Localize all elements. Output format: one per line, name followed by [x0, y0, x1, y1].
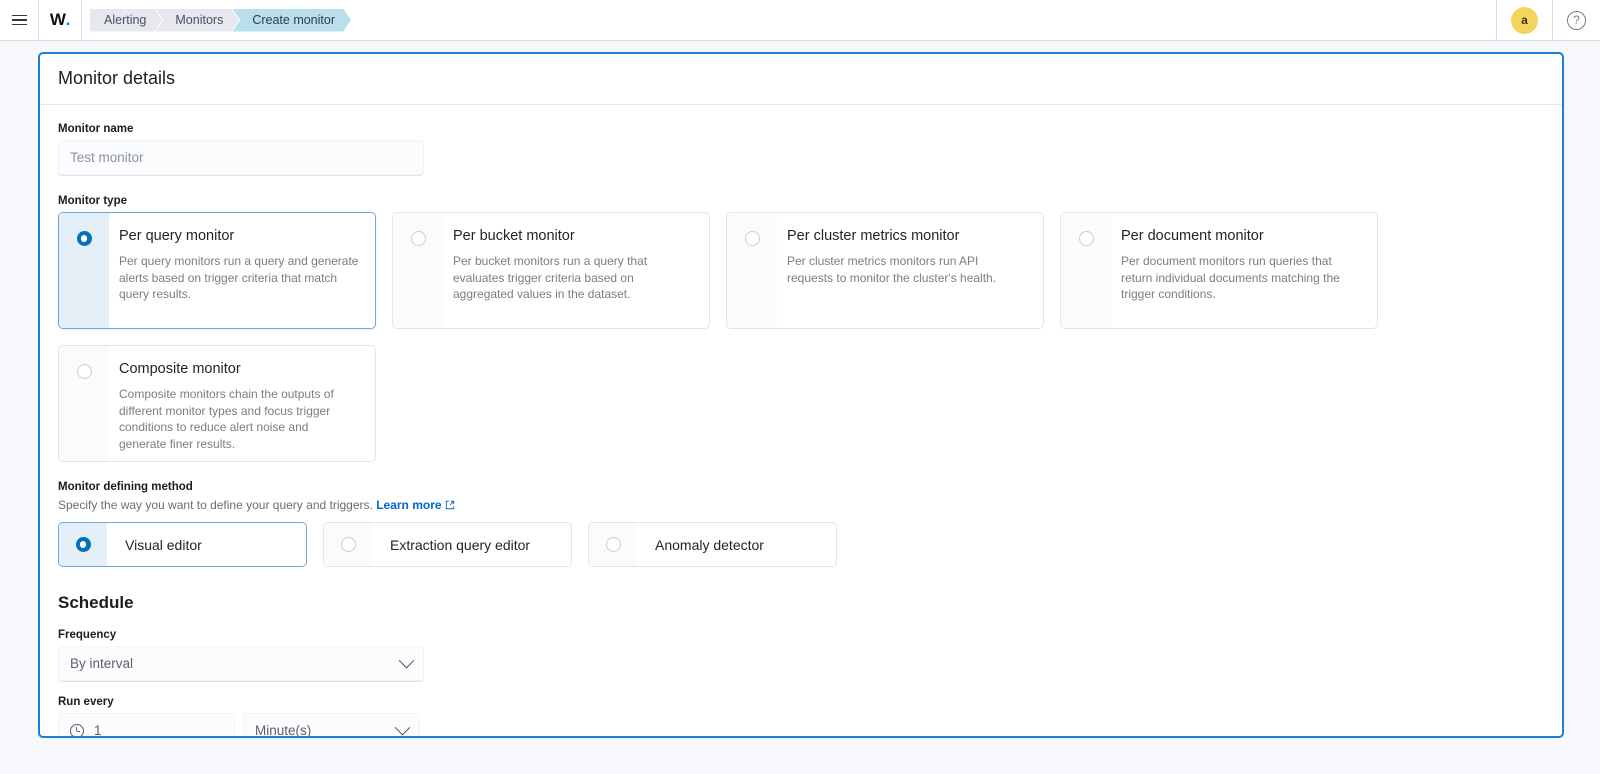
page-content: Monitor details Monitor name Test monito…	[0, 41, 1600, 774]
radio-anomaly-detector[interactable]	[605, 537, 621, 552]
monitor-type-card-row-2: Composite monitor Composite monitors cha…	[58, 345, 1544, 462]
hamburger-menu-icon[interactable]	[0, 0, 38, 40]
learn-more-label: Learn more	[376, 498, 442, 512]
chevron-down-icon	[394, 719, 411, 736]
radio-strip	[393, 213, 443, 328]
radio-per-document-monitor[interactable]	[1078, 231, 1094, 246]
app-logo[interactable]: W.	[39, 0, 81, 40]
monitor-type-label: Monitor type	[58, 195, 127, 207]
topbar-divider-2	[81, 0, 82, 40]
monitor-details-panel: Monitor details Monitor name Test monito…	[38, 52, 1564, 738]
card-content: Per cluster metrics monitor Per cluster …	[777, 213, 1043, 328]
monitor-name-input[interactable]: Test monitor	[58, 140, 424, 176]
panel-body: Monitor name Test monitor Monitor type P…	[40, 105, 1562, 738]
logo-text: W	[49, 10, 66, 29]
radio-visual-editor[interactable]	[75, 537, 91, 552]
card-description: Per query monitors run a query and gener…	[119, 254, 359, 301]
frequency-select[interactable]: By interval	[58, 646, 424, 682]
run-every-unit-value: Minute(s)	[255, 723, 312, 738]
method-label: Anomaly detector	[655, 536, 764, 553]
card-content: Per bucket monitor Per bucket monitors r…	[443, 213, 709, 328]
card-content: Per query monitor Per query monitors run…	[109, 213, 375, 328]
defining-method-help-text: Specify the way you want to define your …	[58, 498, 1544, 513]
card-description: Per cluster metrics monitors run API req…	[787, 254, 997, 285]
topbar-right-group: a ?	[1496, 0, 1600, 40]
method-label: Extraction query editor	[390, 536, 531, 553]
run-every-row: 1 Minute(s)	[58, 713, 1544, 738]
page-title: Monitor details	[58, 68, 176, 88]
learn-more-link[interactable]: Learn more	[376, 498, 454, 512]
schedule-heading: Schedule	[58, 593, 134, 612]
radio-strip	[727, 213, 777, 328]
avatar-container: a	[1497, 0, 1552, 40]
radio-extraction-query-editor[interactable]	[340, 537, 356, 552]
monitor-type-card-per-query[interactable]: Per query monitor Per query monitors run…	[58, 212, 376, 329]
radio-per-bucket-monitor[interactable]	[410, 231, 426, 246]
help-icon[interactable]: ?	[1567, 10, 1586, 30]
help-container: ?	[1553, 0, 1600, 40]
card-title: Per query monitor	[119, 228, 235, 244]
radio-composite-monitor[interactable]	[76, 364, 92, 379]
panel-header: Monitor details	[40, 54, 1562, 105]
run-every-label: Run every	[58, 696, 114, 708]
external-link-icon	[445, 499, 455, 513]
method-box-anomaly-detector[interactable]: Anomaly detector	[588, 522, 837, 567]
monitor-type-card-per-document[interactable]: Per document monitor Per document monito…	[1060, 212, 1378, 329]
clock-icon	[70, 723, 84, 736]
run-every-value: 1	[94, 723, 102, 738]
radio-strip	[1061, 213, 1111, 328]
card-content: Composite monitor Composite monitors cha…	[109, 346, 375, 461]
card-title: Per document monitor	[1121, 228, 1264, 244]
help-text: Specify the way you want to define your …	[58, 498, 373, 512]
breadcrumb-item-alerting[interactable]: Alerting	[90, 9, 162, 32]
radio-strip	[59, 213, 109, 328]
radio-strip	[59, 523, 107, 566]
defining-method-label: Monitor defining method	[58, 481, 193, 493]
breadcrumb-item-create-monitor[interactable]: Create monitor	[232, 9, 351, 32]
card-description: Per document monitors run queries that r…	[1121, 254, 1340, 301]
monitor-name-label: Monitor name	[58, 123, 134, 135]
radio-per-cluster-metrics-monitor[interactable]	[744, 231, 760, 246]
card-title: Per cluster metrics monitor	[787, 228, 960, 244]
topbar-left-group: W. Alerting Monitors Create monitor	[0, 0, 344, 40]
frequency-label: Frequency	[58, 629, 117, 641]
breadcrumb-item-monitors[interactable]: Monitors	[155, 9, 239, 32]
radio-strip	[324, 523, 372, 566]
card-content: Per document monitor Per document monito…	[1111, 213, 1377, 328]
chevron-down-icon	[398, 652, 415, 669]
avatar[interactable]: a	[1511, 6, 1538, 34]
frequency-value: By interval	[70, 656, 134, 671]
monitor-type-card-per-cluster-metrics[interactable]: Per cluster metrics monitor Per cluster …	[726, 212, 1044, 329]
monitor-type-card-row-1: Per query monitor Per query monitors run…	[58, 212, 1544, 329]
radio-per-query-monitor[interactable]	[76, 231, 92, 246]
card-description: Composite monitors chain the outputs of …	[119, 387, 334, 451]
method-box-extraction-query-editor[interactable]: Extraction query editor	[323, 522, 572, 567]
monitor-type-card-composite[interactable]: Composite monitor Composite monitors cha…	[58, 345, 376, 462]
logo-dot: .	[65, 10, 71, 29]
top-navigation-bar: W. Alerting Monitors Create monitor a ?	[0, 0, 1600, 41]
run-every-number-input[interactable]: 1	[58, 713, 235, 738]
card-title: Per bucket monitor	[453, 228, 575, 244]
monitor-type-card-per-bucket[interactable]: Per bucket monitor Per bucket monitors r…	[392, 212, 710, 329]
defining-method-options: Visual editor Extraction query editor An…	[58, 522, 1544, 567]
card-title: Composite monitor	[119, 361, 241, 377]
radio-strip	[589, 523, 637, 566]
breadcrumb: Alerting Monitors Create monitor	[90, 9, 344, 32]
method-box-visual-editor[interactable]: Visual editor	[58, 522, 307, 567]
method-label: Visual editor	[125, 536, 202, 553]
card-description: Per bucket monitors run a query that eva…	[453, 254, 648, 301]
radio-strip	[59, 346, 109, 461]
run-every-unit-select[interactable]: Minute(s)	[243, 713, 420, 738]
